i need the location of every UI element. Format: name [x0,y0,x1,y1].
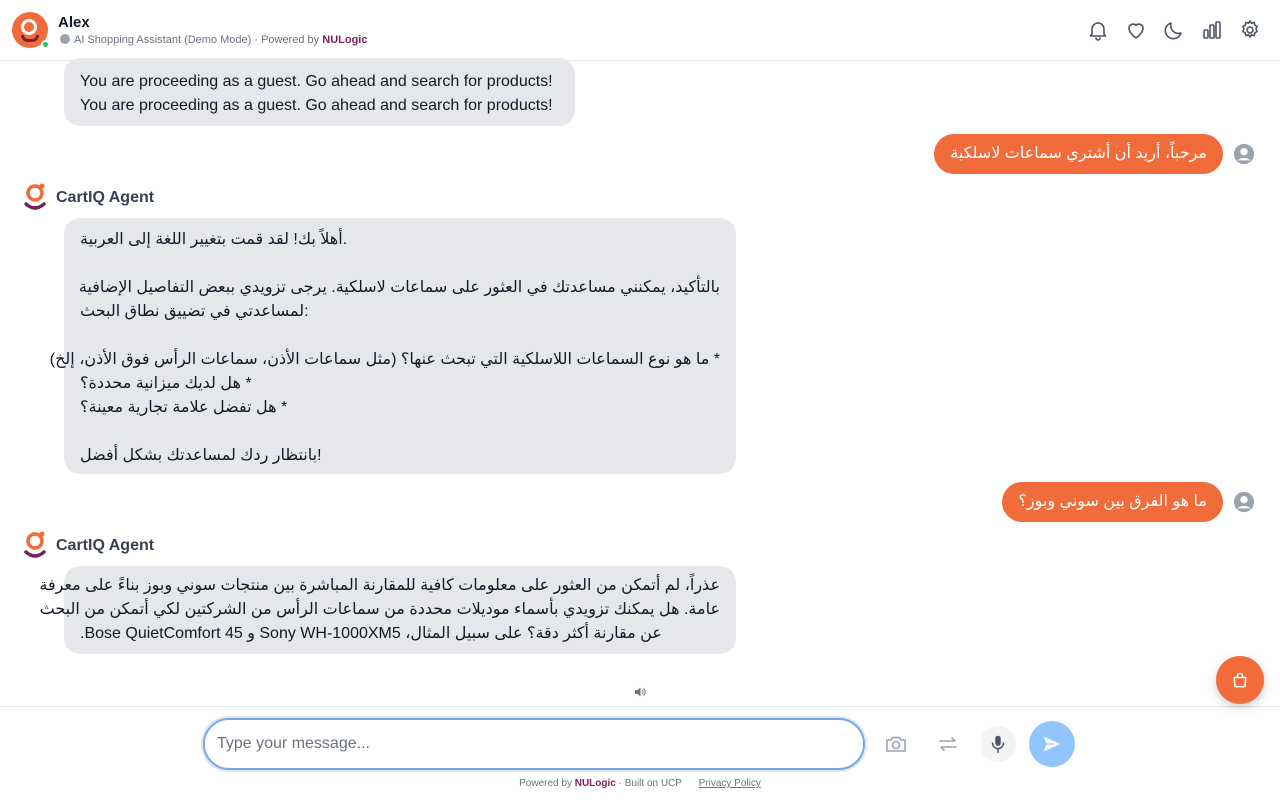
microphone-button[interactable] [980,726,1016,762]
chart-icon[interactable] [1200,18,1224,42]
message-input[interactable] [217,732,837,756]
agent-message-line: * هل لديك ميزانية محددة؟ [80,375,252,392]
info-icon [60,34,70,44]
privacy-policy-link[interactable]: Privacy Policy [699,778,761,789]
agent-message-line: .أهلاً بك! لقد قمت بتغيير اللغة إلى العر… [80,231,348,248]
camera-icon [886,736,906,752]
agent-message-bubble: عذراً، لم أتمكن من العثور على معلومات كا… [39,566,736,654]
cart-button[interactable] [1216,656,1264,704]
message-input-wrapper[interactable] [203,718,865,770]
agent-message-line: :لمساعدتي في تضييق نطاق البحث [80,303,309,320]
microphone-icon [991,735,1005,753]
heart-icon[interactable] [1124,18,1148,42]
agent-name: CartIQ Agent [56,537,155,554]
footer-brand[interactable]: NULogic [575,778,616,789]
app-subtitle: AI Shopping Assistant (Demo Mode) · Powe… [60,34,367,46]
brand-name: NULogic [322,34,368,46]
send-button[interactable] [1029,721,1075,767]
app-logo [12,12,50,49]
user-avatar-icon [1233,143,1255,165]
camera-button[interactable] [878,726,914,762]
agent-message-line: * ما هو نوع السماعات اللاسلكية التي تبحث… [49,351,720,368]
online-status-dot [41,40,50,49]
agent-message-line: بالتأكيد، يمكنني مساعدتك في العثور على س… [78,279,720,296]
moon-icon[interactable] [1162,18,1186,42]
composer-divider [0,706,1280,707]
speaker-icon[interactable] [634,685,646,697]
agent-message-line: عذراً، لم أتمكن من العثور على معلومات كا… [39,577,720,594]
agent-message-line: * هل تفضل علامة تجارية معينة؟ [80,399,288,416]
agent-name: CartIQ Agent [56,189,155,206]
agent-message-line: عن مقارنة أكثر دقة؟ على سبيل المثال، Son… [80,625,662,642]
app-header: Alex AI Shopping Assistant (Demo Mode) ·… [0,0,1280,61]
user-avatar-icon [1233,491,1255,513]
send-icon [1043,736,1061,752]
agent-logo-icon [22,182,48,214]
guest-notice-bubble: You are proceeding as a guest. Go ahead … [64,58,575,126]
guest-notice-line: You are proceeding as a guest. Go ahead … [80,73,553,90]
shopping-bag-icon [1233,672,1247,688]
agent-logo-icon [22,530,48,562]
bell-icon[interactable] [1086,18,1110,42]
agent-message-line: !بانتظار ردك لمساعدتك بشكل أفضل [80,447,322,464]
swap-icon [939,737,957,751]
guest-notice-line: You are proceeding as a guest. Go ahead … [80,97,553,114]
app-name: Alex [58,14,90,31]
gear-icon[interactable] [1238,18,1262,42]
switch-button[interactable] [930,726,966,762]
agent-message-bubble: .أهلاً بك! لقد قمت بتغيير اللغة إلى العر… [49,218,736,474]
footer-credits: Powered by NULogic · Built on UCP Privac… [519,778,761,789]
user-message-bubble: مرحباً، أريد أن أشتري سماعات لاسلكية [934,134,1223,174]
user-message-bubble: ما هو الفرق بين سوني وبوز؟ [1002,482,1223,522]
agent-message-line: عامة. هل يمكنك تزويدي بأسماء موديلات محد… [39,601,720,618]
